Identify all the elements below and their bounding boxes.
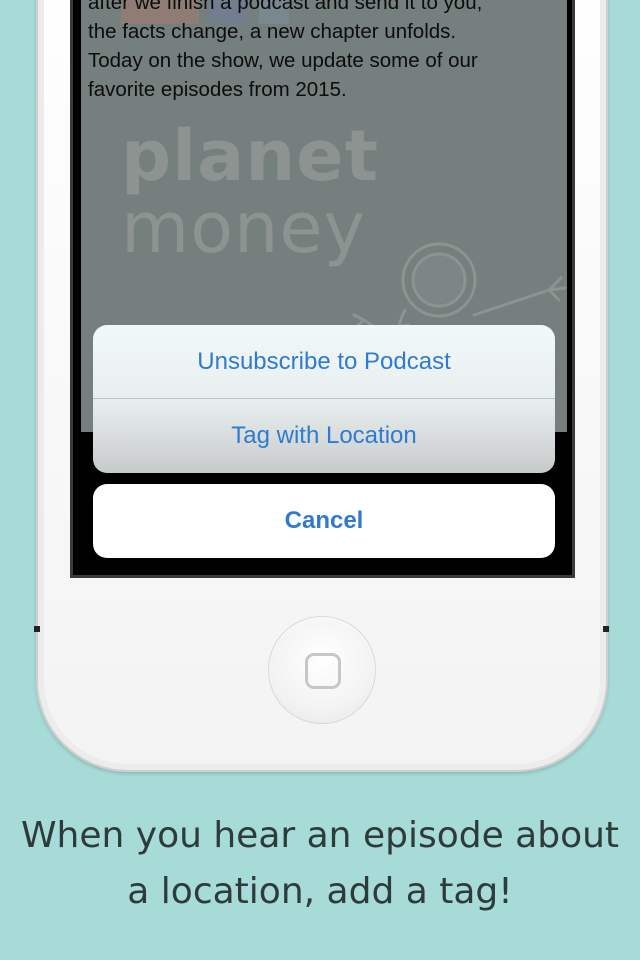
tag-location-button[interactable]: Tag with Location xyxy=(93,399,555,473)
episode-description: after we finish a podcast and send it to… xyxy=(88,0,558,104)
description-line: the facts change, a new chapter unfolds. xyxy=(88,20,457,43)
action-sheet: Unsubscribe to Podcast Tag with Location xyxy=(93,325,555,473)
home-button[interactable] xyxy=(268,616,376,724)
podcast-logo-line1: planet xyxy=(121,115,380,197)
marketing-caption: When you hear an episode about a locatio… xyxy=(0,808,640,920)
description-line: favorite episodes from 2015. xyxy=(88,78,347,101)
description-line: Today on the show, we update some of our xyxy=(88,49,478,72)
phone-side-button-right xyxy=(603,626,609,632)
caption-line: When you hear an episode about xyxy=(20,815,620,856)
caption-line: a location, add a tag! xyxy=(127,871,513,912)
description-line: after we finish a podcast and send it to… xyxy=(88,0,483,14)
phone-screen: after we finish a podcast and send it to… xyxy=(70,0,575,578)
home-square-icon xyxy=(305,653,341,689)
unsubscribe-button[interactable]: Unsubscribe to Podcast xyxy=(93,325,555,399)
phone-side-button-left xyxy=(34,626,40,632)
cancel-button[interactable]: Cancel xyxy=(93,484,555,558)
